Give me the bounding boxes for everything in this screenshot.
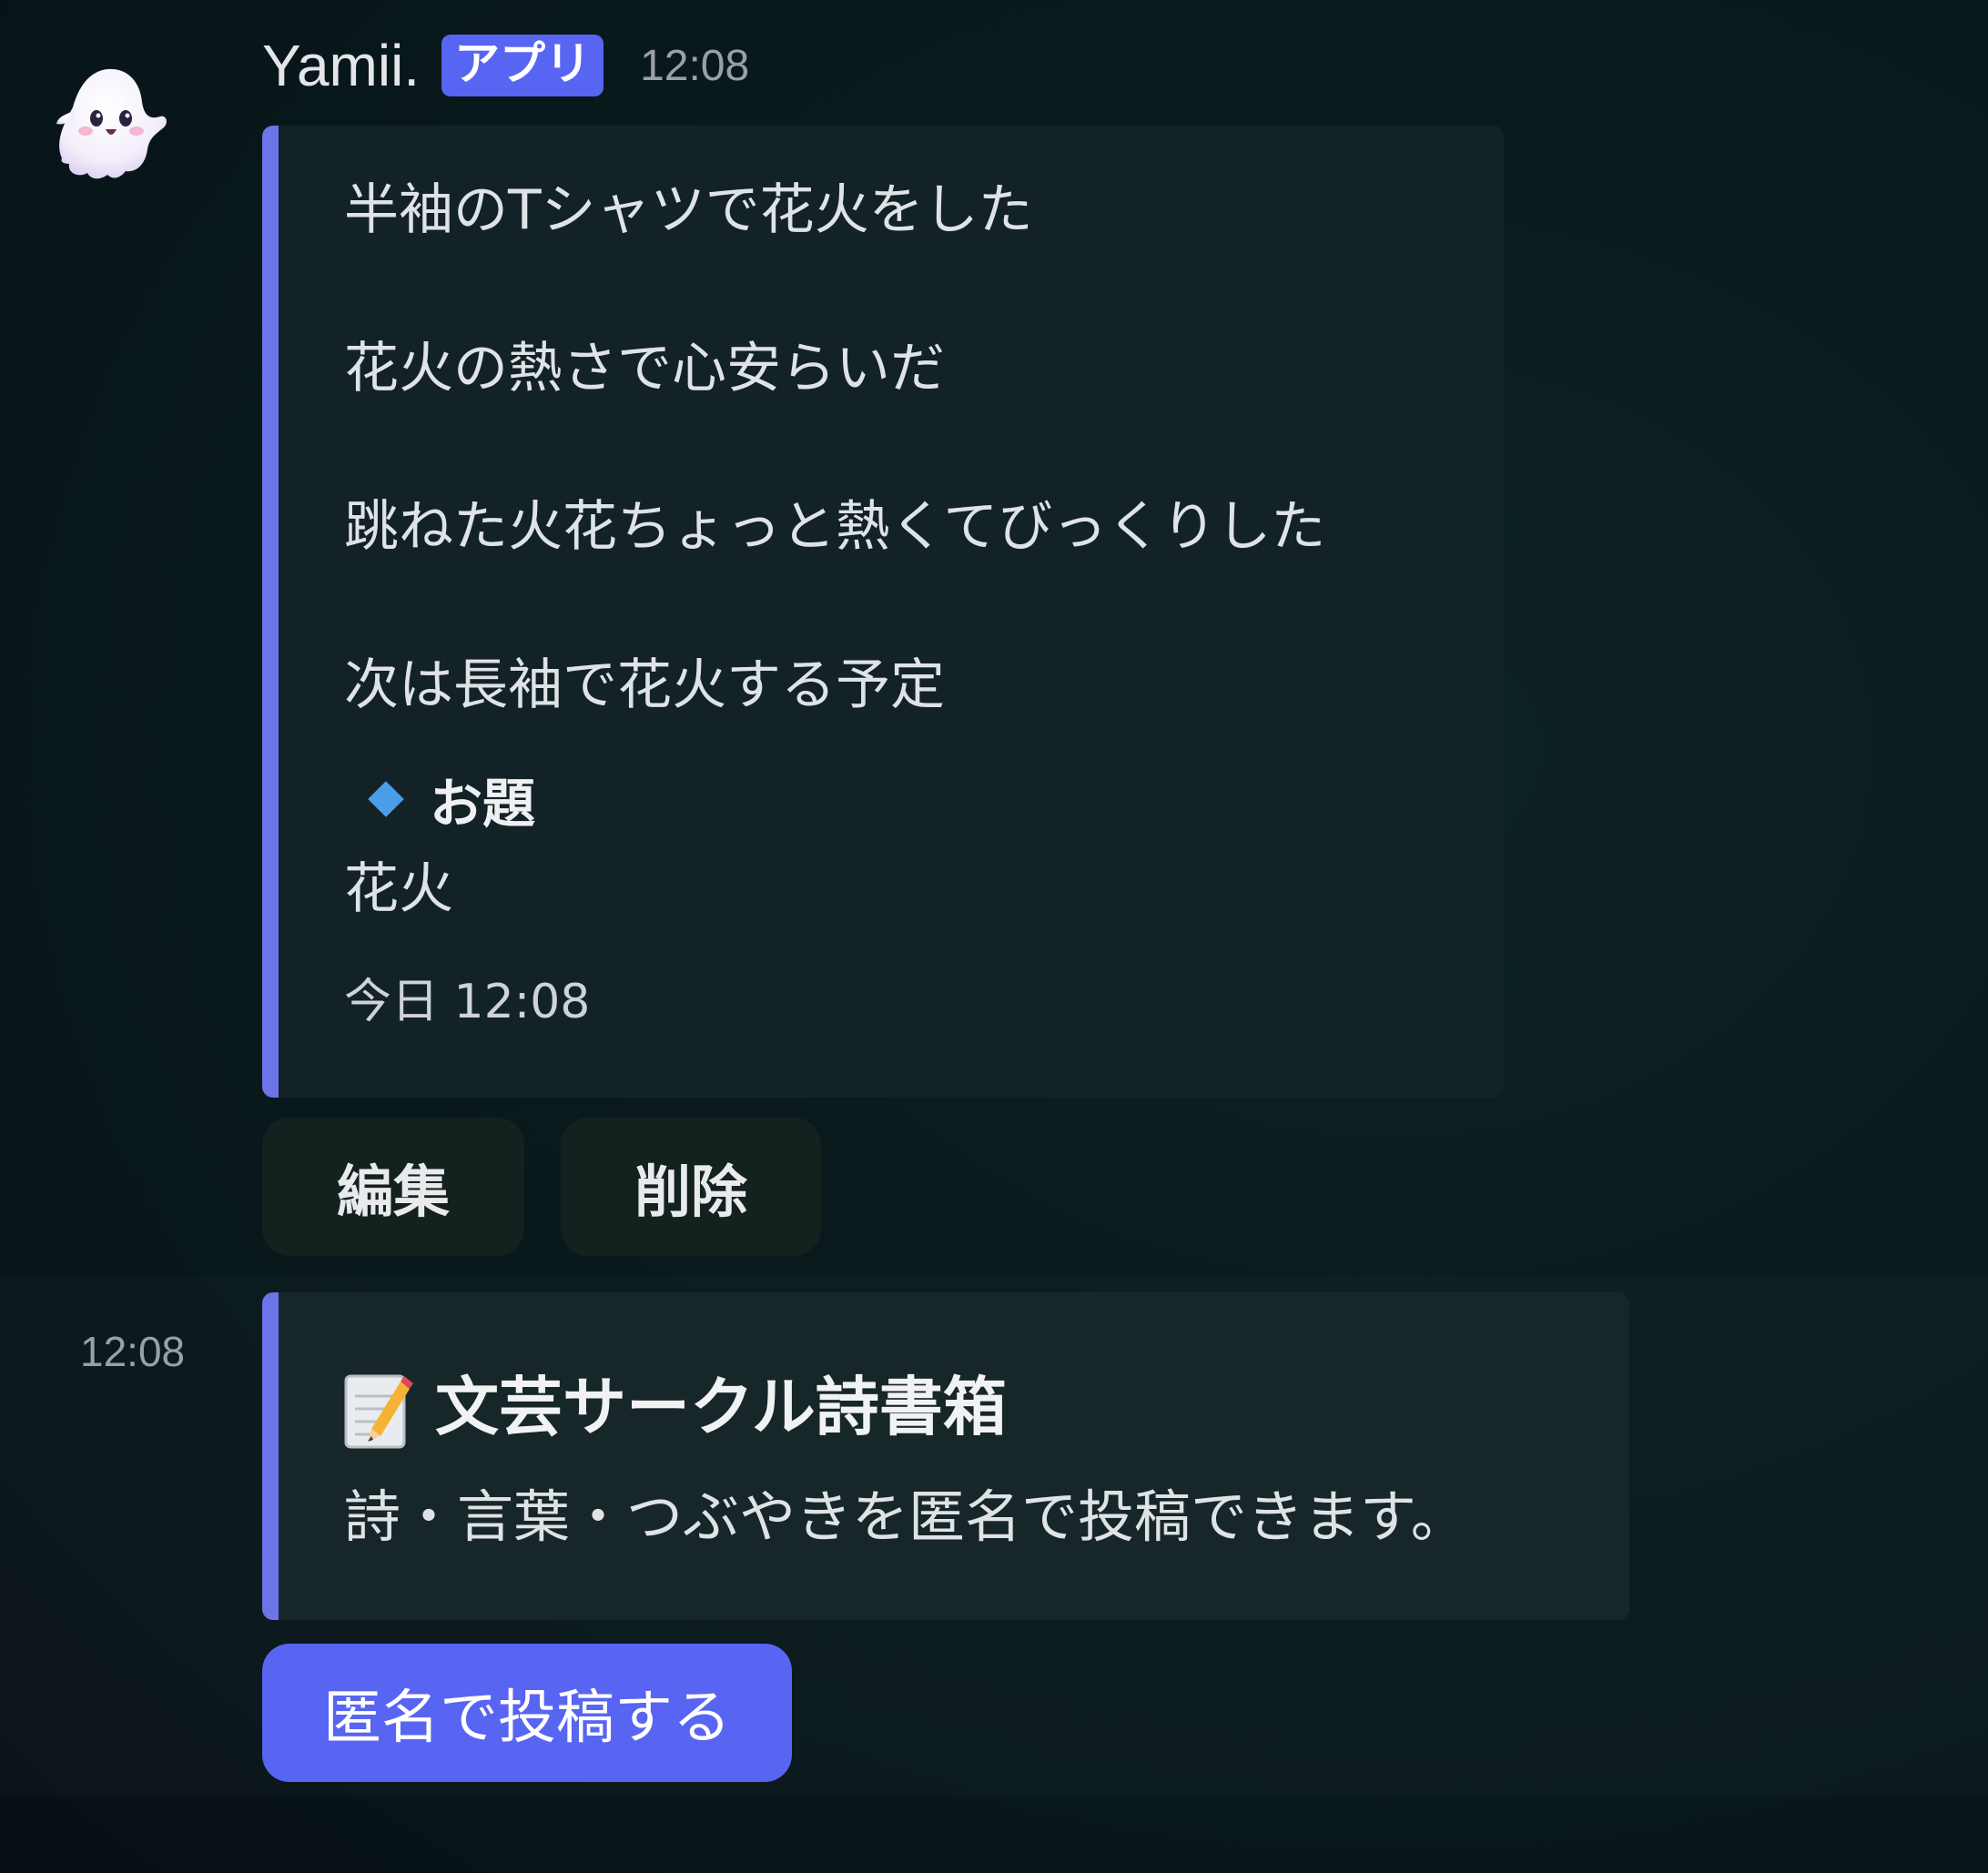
followup-message: 12:08 文芸サークル詩書箱 詩・言葉・つぶやきを匿名で投稿できます。 匿名で… [0,1276,1988,1797]
anonymous-post-button[interactable]: 匿名で投稿する [262,1644,792,1782]
message-group: Yamii. アプリ 12:08 半袖のTシャツで花火をした 花火の熱さで心安ら… [0,0,1988,1274]
memo-icon [344,1369,413,1451]
poem-line: 花火の熱さで心安らいだ [344,337,945,400]
poem-line: 次は長袖で花火する予定 [344,653,945,717]
poem-line: 跳ねた火花ちょっと熱くてびっくりした [344,495,1326,559]
poem-embed: 半袖のTシャツで花火をした 花火の熱さで心安らいだ 跳ねた火花ちょっと熱くてびっ… [262,126,1504,1098]
message-header: Yamii. アプリ 12:08 [262,29,749,102]
embed-footer-timestamp: 今日 12:08 [344,975,591,1029]
blue-diamond-icon [368,781,404,817]
app-badge: アプリ [441,35,604,96]
field-name-label: お題 [430,773,536,835]
embed-description: 詩・言葉・つぶやきを匿名で投稿できます。 [344,1483,1467,1550]
poem-line: 半袖のTシャツで花火をした [344,178,1033,242]
message-timestamp: 12:08 [640,41,750,90]
field-name: お題 [344,761,535,837]
embed-title-text: 文芸サークル詩書箱 [435,1369,1007,1444]
ghost-avatar-icon[interactable] [36,51,173,187]
info-embed: 文芸サークル詩書箱 詩・言葉・つぶやきを匿名で投稿できます。 [262,1292,1629,1620]
embed-title: 文芸サークル詩書箱 [344,1352,1007,1451]
delete-button[interactable]: 削除 [561,1118,821,1256]
field-value: 花火 [344,857,453,921]
gutter-timestamp: 12:08 [80,1328,186,1375]
edit-button[interactable]: 編集 [262,1118,524,1256]
username[interactable]: Yamii. [262,32,420,99]
